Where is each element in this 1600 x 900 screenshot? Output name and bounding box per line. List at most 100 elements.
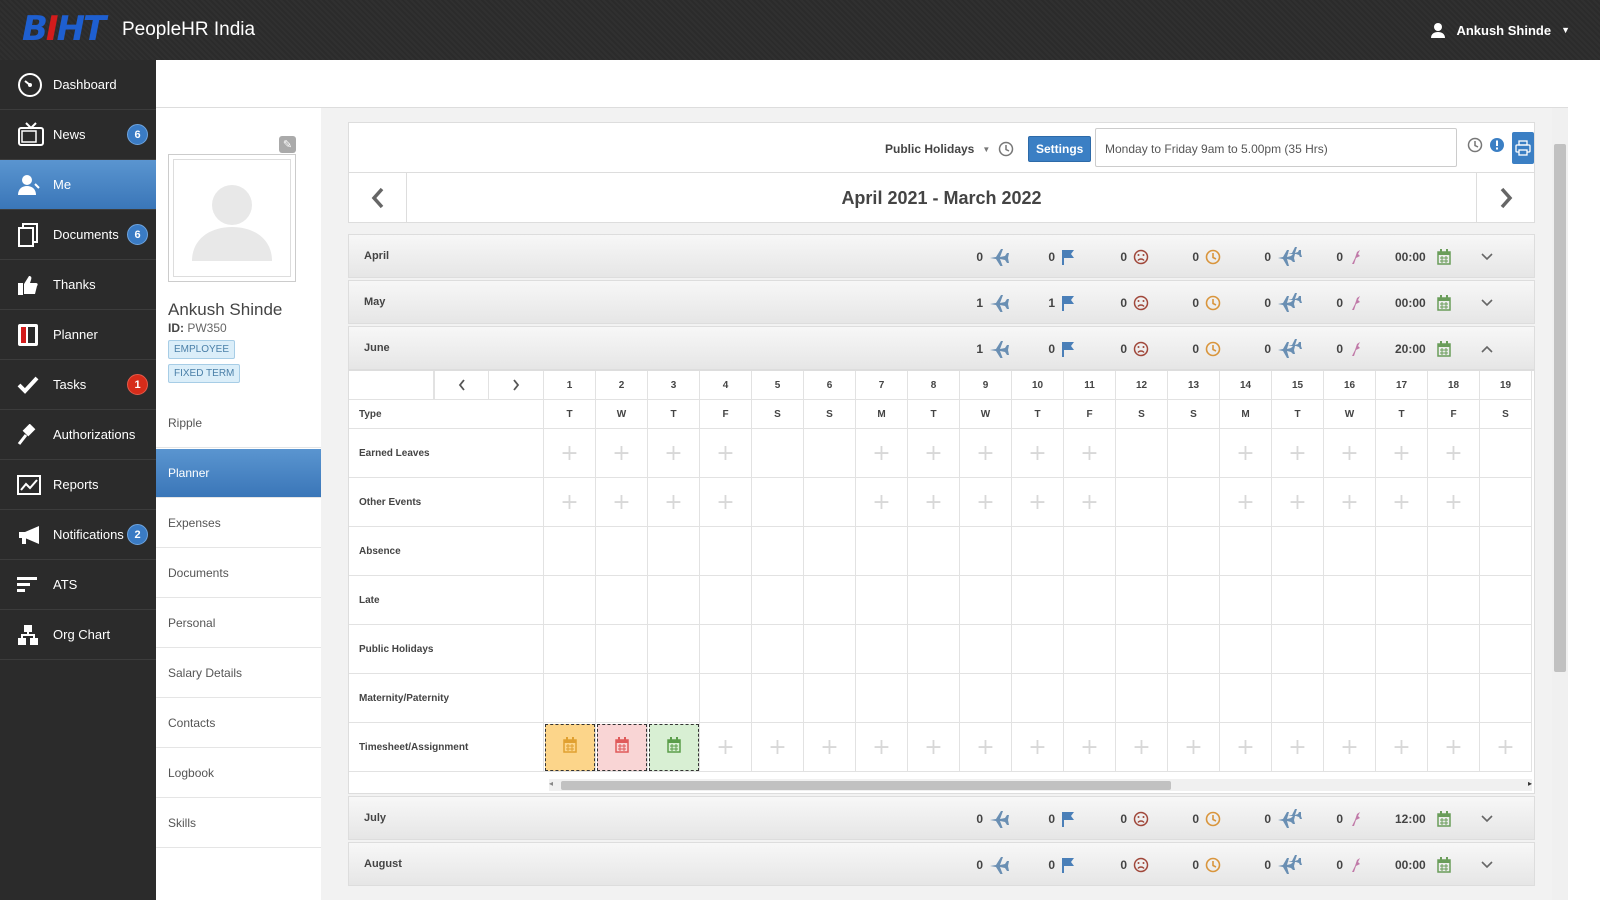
day-cell[interactable]: + [1272,723,1324,772]
settings-button[interactable]: Settings [1028,136,1092,162]
month-row-may[interactable]: May 1 1 0 0 0 0 00:00 [348,280,1535,324]
chevron-down-icon[interactable] [1481,299,1493,307]
day-cell[interactable]: + [1220,429,1272,478]
day-cell[interactable]: + [1428,723,1480,772]
calendar-icon[interactable] [1437,811,1481,827]
day-cell[interactable]: + [1064,478,1116,527]
day-cell[interactable]: + [1064,429,1116,478]
month-row-july[interactable]: July 0 0 0 0 0 0 12:00 [348,796,1535,840]
month-row-august[interactable]: August 0 0 0 0 0 0 00:00 [348,842,1535,886]
day-cell[interactable]: + [1428,429,1480,478]
sidebar-item-planner[interactable]: Planner [0,310,156,360]
day-cell[interactable]: + [1168,723,1220,772]
sidebar-item-authorizations[interactable]: Authorizations [0,410,156,460]
day-cell[interactable]: + [752,723,804,772]
profile-menu-planner[interactable]: Planner [156,448,321,498]
profile-menu-personal[interactable]: Personal [156,598,321,648]
day-cell[interactable]: + [1116,723,1168,772]
sidebar-item-thanks[interactable]: Thanks [0,260,156,310]
day-cell[interactable]: + [1220,723,1272,772]
sidebar-item-me[interactable]: Me [0,160,156,210]
day-cell[interactable]: + [1220,478,1272,527]
timesheet-entry[interactable] [545,724,595,771]
day-cell[interactable]: + [596,478,648,527]
day-cell[interactable]: + [856,723,908,772]
clock-icon[interactable] [1467,137,1483,153]
day-cell[interactable]: + [544,478,596,527]
day-cell[interactable]: + [1272,478,1324,527]
horizontal-scrollbar[interactable]: ◂ ▸ [549,779,1532,791]
day-cell[interactable]: + [596,429,648,478]
sidebar-item-tasks[interactable]: Tasks 1 [0,360,156,410]
timesheet-entry[interactable] [649,724,699,771]
day-cell[interactable]: + [908,723,960,772]
profile-menu-contacts[interactable]: Contacts [156,698,321,748]
day-cell[interactable]: + [856,429,908,478]
sidebar-item-ats[interactable]: ATS [0,560,156,610]
sidebar-item-org-chart[interactable]: Org Chart [0,610,156,660]
shift-pattern-field[interactable]: Monday to Friday 9am to 5.00pm (35 Hrs) [1095,128,1457,167]
profile-menu-documents[interactable]: Documents [156,548,321,598]
day-cell[interactable]: + [804,723,856,772]
next-year-button[interactable] [1476,173,1534,222]
day-cell[interactable]: + [856,478,908,527]
sidebar-item-reports[interactable]: Reports [0,460,156,510]
day-cell[interactable]: + [908,429,960,478]
day-cell[interactable]: + [700,478,752,527]
edit-photo-icon[interactable]: ✎ [279,136,296,153]
day-cell[interactable]: + [700,723,752,772]
day-cell[interactable]: + [1480,723,1532,772]
stat-count: 0 [976,250,983,264]
sidebar-item-notifications[interactable]: Notifications 2 [0,510,156,560]
chevron-down-icon[interactable] [1481,861,1493,869]
stat-count: 0 [1336,812,1343,826]
day-cell[interactable]: + [1376,478,1428,527]
day-cell[interactable]: + [648,478,700,527]
chevron-up-icon[interactable] [1481,345,1493,353]
calendar-icon[interactable] [1437,341,1481,357]
sidebar-item-news[interactable]: News 6 [0,110,156,160]
calendar-icon[interactable] [1437,295,1481,311]
day-cell[interactable]: + [1376,723,1428,772]
day-cell[interactable]: + [1376,429,1428,478]
info-icon[interactable] [1489,137,1505,153]
day-cell[interactable]: + [960,478,1012,527]
sidebar-item-dashboard[interactable]: Dashboard [0,60,156,110]
profile-menu-logbook[interactable]: Logbook [156,748,321,798]
day-cell[interactable]: + [700,429,752,478]
day-cell[interactable]: + [1272,429,1324,478]
profile-menu-ripple[interactable]: Ripple [156,398,321,448]
user-menu[interactable]: Ankush Shinde ▼ [1430,22,1570,38]
profile-menu-skills[interactable]: Skills [156,798,321,848]
day-cell[interactable]: + [648,429,700,478]
day-cell[interactable]: + [1324,723,1376,772]
grid-prev-button[interactable] [434,371,489,400]
day-cell[interactable]: + [960,429,1012,478]
company-logo[interactable]: BIHT [22,9,106,49]
month-row-april[interactable]: April 0 0 0 0 0 0 00:00 [348,234,1535,278]
day-cell[interactable]: + [960,723,1012,772]
grid-next-button[interactable] [489,371,544,400]
month-name: April [364,250,390,262]
chevron-down-icon[interactable] [1481,253,1493,261]
profile-menu-salary-details[interactable]: Salary Details [156,648,321,698]
day-cell[interactable]: + [1324,478,1376,527]
day-cell[interactable]: + [1064,723,1116,772]
print-button[interactable] [1512,132,1534,164]
day-cell[interactable]: + [544,429,596,478]
chevron-down-icon[interactable] [1481,815,1493,823]
timesheet-entry[interactable] [597,724,647,771]
sidebar-item-documents[interactable]: Documents 6 [0,210,156,260]
day-cell[interactable]: + [908,478,960,527]
day-cell[interactable]: + [1012,429,1064,478]
calendar-icon[interactable] [1437,857,1481,873]
day-cell[interactable]: + [1012,723,1064,772]
calendar-icon[interactable] [1437,249,1481,265]
vertical-scrollbar[interactable] [1552,108,1568,900]
month-row-june[interactable]: June 1 0 0 0 0 0 20:00 [348,326,1535,370]
public-holidays-dropdown[interactable]: Public Holidays ▼ [885,141,1014,157]
day-cell[interactable]: + [1428,478,1480,527]
day-cell[interactable]: + [1012,478,1064,527]
day-cell[interactable]: + [1324,429,1376,478]
profile-menu-expenses[interactable]: Expenses [156,498,321,548]
